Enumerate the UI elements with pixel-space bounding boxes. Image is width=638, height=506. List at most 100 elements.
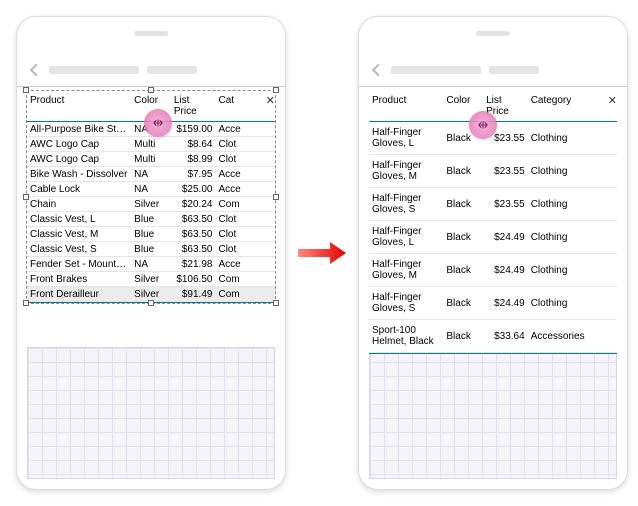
- cell-product: AWC Logo Cap: [27, 137, 131, 152]
- cell-price: $33.64: [483, 320, 528, 353]
- table-row[interactable]: AWC Logo CapMulti$8.64Clot: [27, 137, 275, 152]
- cell-category: Clothing: [528, 155, 605, 188]
- cell-product: Front Derailleur: [27, 287, 131, 302]
- placeholder-bar: [391, 66, 481, 74]
- table-row[interactable]: Half-Finger Gloves, SBlack$24.49Clothing: [369, 287, 617, 320]
- cell-category: Clot: [215, 152, 262, 167]
- table-row[interactable]: AWC Logo CapMulti$8.99Clot: [27, 152, 275, 167]
- resize-handle[interactable]: [148, 300, 154, 306]
- cell-color: Black: [443, 320, 483, 353]
- cell-price: $159.00: [171, 122, 216, 137]
- cell-price: $7.95: [171, 167, 216, 182]
- resize-handle[interactable]: [23, 194, 29, 200]
- cell-product: Half-Finger Gloves, S: [369, 188, 443, 221]
- resize-handle[interactable]: [23, 300, 29, 306]
- resize-handle[interactable]: [273, 87, 279, 93]
- cell-product: Classic Vest, L: [27, 212, 131, 227]
- table-row[interactable]: Bike Wash - DissolverNA$7.95Acce: [27, 167, 275, 182]
- close-icon[interactable]: ✕: [605, 91, 617, 122]
- resize-handle[interactable]: [273, 194, 279, 200]
- phone-top: [17, 17, 285, 53]
- cell-product: Half-Finger Gloves, S: [369, 287, 443, 320]
- resize-handle[interactable]: [148, 87, 154, 93]
- cell-price: $21.98: [171, 257, 216, 272]
- column-resize-touch-icon[interactable]: [144, 109, 172, 137]
- cell-category: Accessories: [528, 320, 605, 353]
- table-row[interactable]: Sport-100 Helmet, BlackBlack$33.64Access…: [369, 320, 617, 353]
- cell-category: Clothing: [528, 188, 605, 221]
- cell-product: Sport-100 Helmet, Black: [369, 320, 443, 353]
- arrow-right-icon: [296, 240, 348, 266]
- cell-category: Acce: [215, 182, 262, 197]
- cell-color: Multi: [131, 137, 171, 152]
- col-header-product[interactable]: Product: [369, 91, 443, 122]
- design-grid: [369, 347, 617, 479]
- table-row[interactable]: Half-Finger Gloves, LBlack$24.49Clothing: [369, 221, 617, 254]
- cell-category: Com: [215, 197, 262, 212]
- col-header-category[interactable]: Category: [528, 91, 605, 122]
- table-row[interactable]: Front BrakesSilver$106.50Com: [27, 272, 275, 287]
- cell-price: $20.24: [171, 197, 216, 212]
- cell-product: Half-Finger Gloves, M: [369, 254, 443, 287]
- cell-price: $23.55: [483, 155, 528, 188]
- phone-speaker: [476, 31, 510, 36]
- cell-product: Chain: [27, 197, 131, 212]
- cell-product: Cable Lock: [27, 182, 131, 197]
- cell-product: Classic Vest, S: [27, 242, 131, 257]
- cell-price: $91.49: [171, 287, 216, 302]
- back-icon[interactable]: [369, 63, 383, 77]
- phone-top: [359, 17, 627, 53]
- cell-color: Silver: [131, 197, 171, 212]
- table-row[interactable]: Classic Vest, SBlue$63.50Clot: [27, 242, 275, 257]
- table-row[interactable]: Half-Finger Gloves, MBlack$24.49Clothing: [369, 254, 617, 287]
- column-resize-touch-icon[interactable]: [469, 111, 497, 139]
- cell-category: Acce: [215, 167, 262, 182]
- table-row[interactable]: Classic Vest, MBlue$63.50Clot: [27, 227, 275, 242]
- cell-product: Half-Finger Gloves, M: [369, 155, 443, 188]
- col-header-product[interactable]: Product: [27, 91, 131, 122]
- cell-price: $63.50: [171, 212, 216, 227]
- cell-price: $24.49: [483, 287, 528, 320]
- data-table[interactable]: Product Color List Price Cat ✕ All-Purpo…: [27, 91, 275, 303]
- cell-price: $63.50: [171, 227, 216, 242]
- resize-handle[interactable]: [273, 300, 279, 306]
- cell-color: Blue: [131, 212, 171, 227]
- placeholder-bar: [489, 66, 539, 74]
- cell-product: Half-Finger Gloves, L: [369, 221, 443, 254]
- cell-product: Bike Wash - Dissolver: [27, 167, 131, 182]
- col-header-category[interactable]: Cat: [215, 91, 262, 122]
- data-table[interactable]: Product Color List Price Category ✕ Half…: [369, 91, 617, 354]
- placeholder-bar: [49, 66, 139, 74]
- table-row[interactable]: ChainSilver$20.24Com: [27, 197, 275, 212]
- cell-price: $24.49: [483, 254, 528, 287]
- col-header-price[interactable]: List Price: [171, 91, 216, 122]
- cell-category: Clothing: [528, 221, 605, 254]
- close-icon[interactable]: ✕: [263, 91, 275, 122]
- cell-category: Clot: [215, 227, 262, 242]
- table-row[interactable]: Classic Vest, LBlue$63.50Clot: [27, 212, 275, 227]
- cell-color: Silver: [131, 272, 171, 287]
- cell-category: Clot: [215, 212, 262, 227]
- cell-price: $8.99: [171, 152, 216, 167]
- cell-price: $24.49: [483, 221, 528, 254]
- cell-category: Com: [215, 287, 262, 302]
- table-row[interactable]: Half-Finger Gloves, SBlack$23.55Clothing: [369, 188, 617, 221]
- cell-product: AWC Logo Cap: [27, 152, 131, 167]
- resize-handle[interactable]: [23, 87, 29, 93]
- app-header: [359, 53, 627, 87]
- back-icon[interactable]: [27, 63, 41, 77]
- table-row[interactable]: Fender Set - MountainNA$21.98Acce: [27, 257, 275, 272]
- phone-speaker: [134, 31, 168, 36]
- app-header: [17, 53, 285, 87]
- table-row[interactable]: Cable LockNA$25.00Acce: [27, 182, 275, 197]
- cell-category: Clot: [215, 137, 262, 152]
- table-row[interactable]: Half-Finger Gloves, MBlack$23.55Clothing: [369, 155, 617, 188]
- cell-category: Acce: [215, 257, 262, 272]
- phone-frame-left: Product Color List Price Cat ✕ All-Purpo…: [16, 16, 286, 490]
- cell-product: Fender Set - Mountain: [27, 257, 131, 272]
- cell-category: Clothing: [528, 287, 605, 320]
- cell-category: Clothing: [528, 122, 605, 155]
- cell-price: $25.00: [171, 182, 216, 197]
- cell-product: Half-Finger Gloves, L: [369, 122, 443, 155]
- cell-color: Blue: [131, 242, 171, 257]
